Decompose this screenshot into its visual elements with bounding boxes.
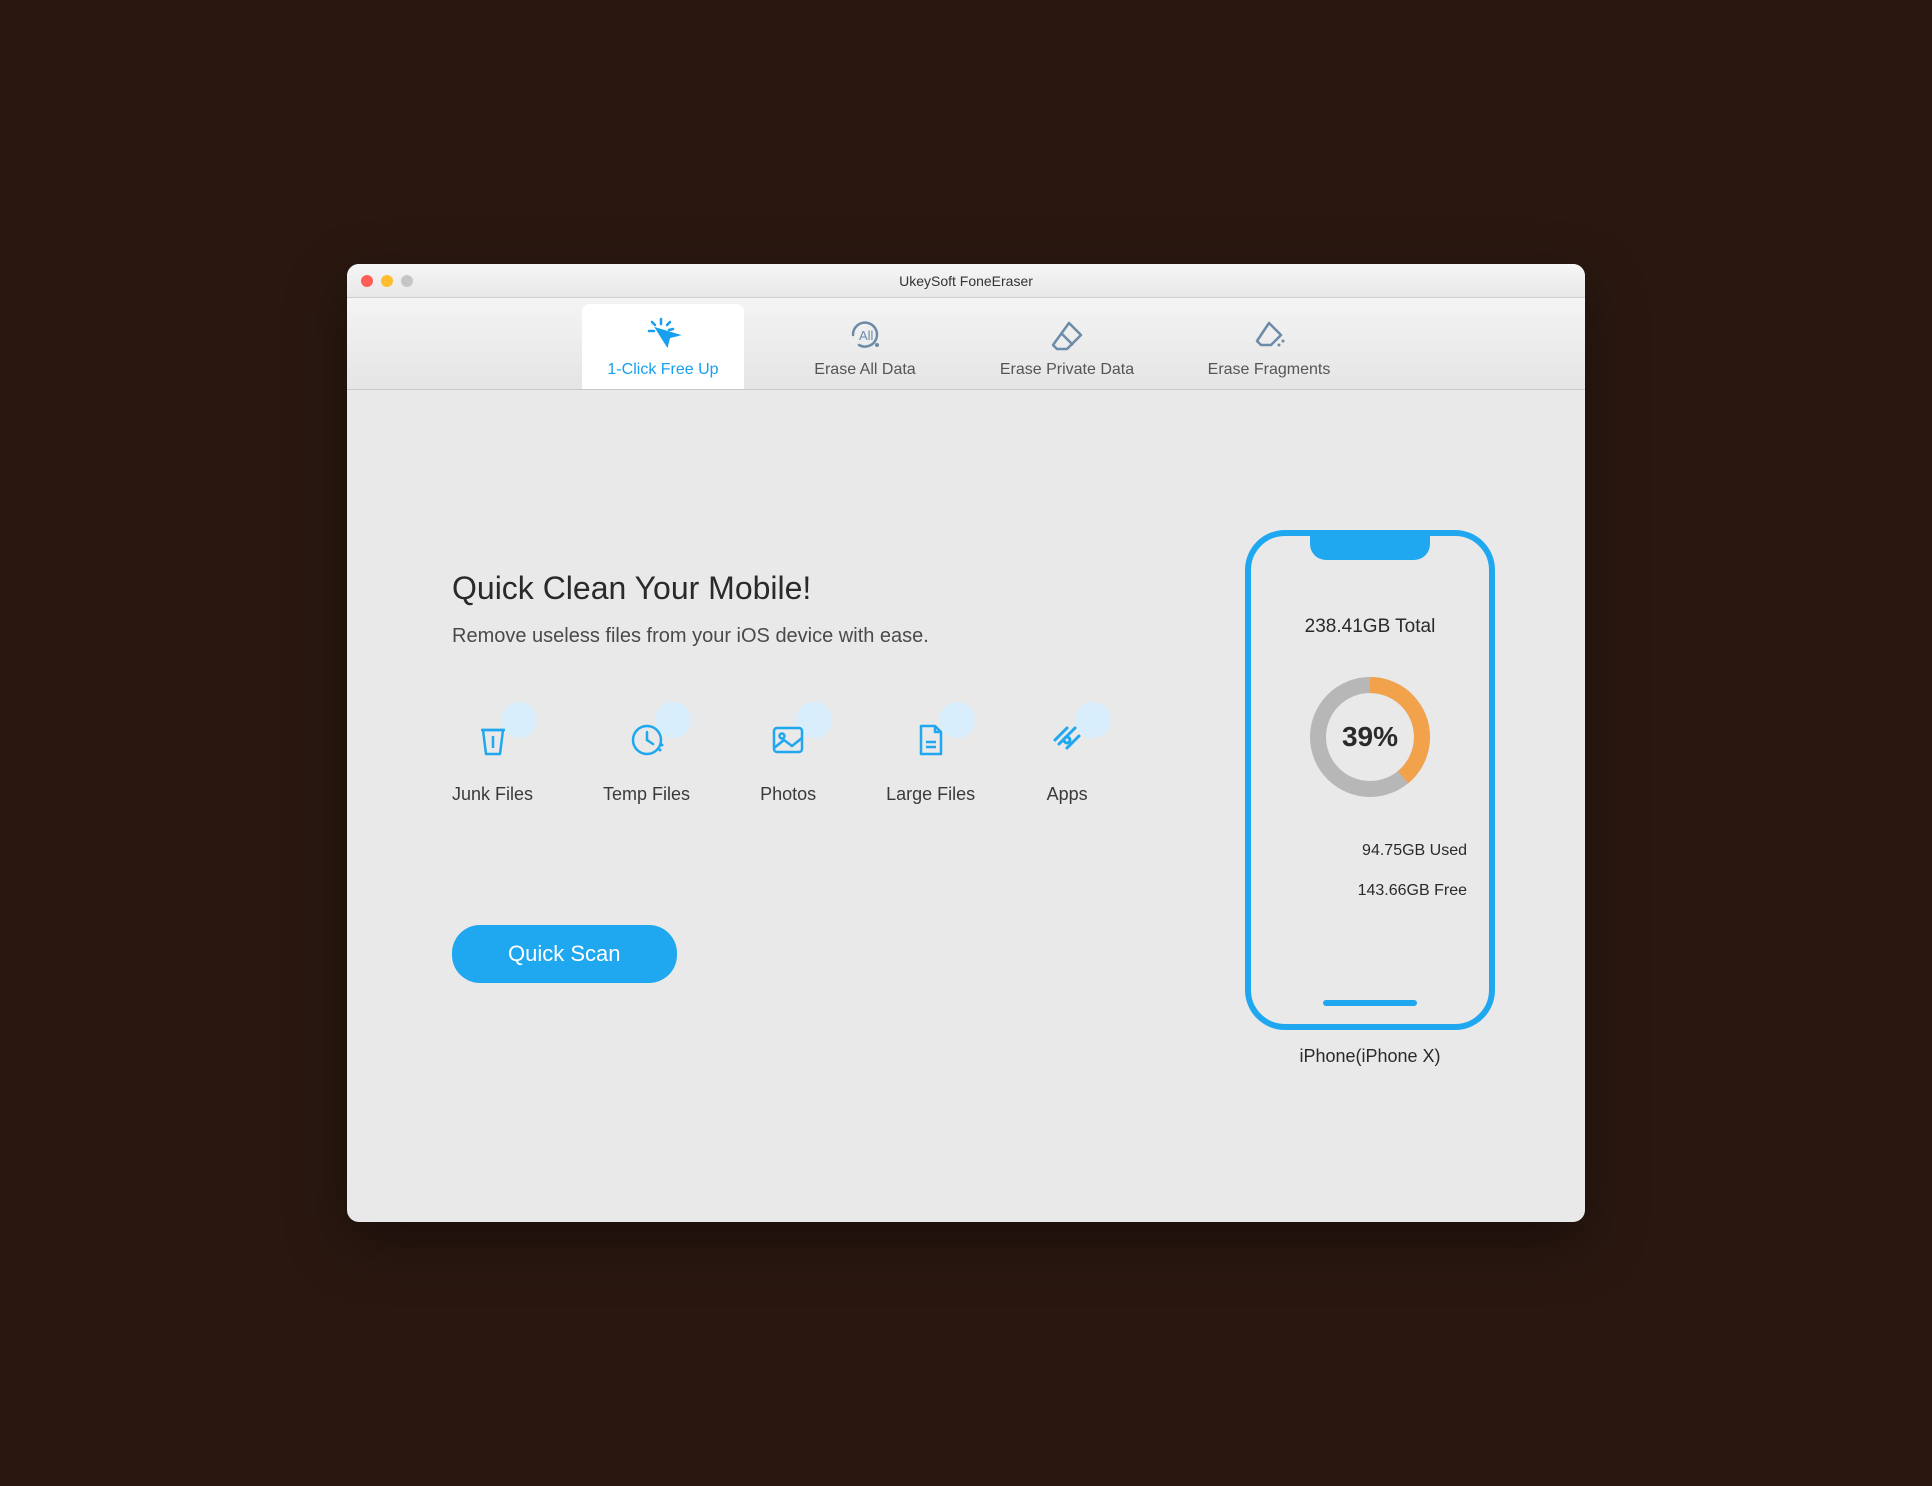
minimize-button[interactable] bbox=[381, 275, 393, 287]
device-panel: 238.41GB Total 39% 94.75GB Used 143.66GB… bbox=[1215, 430, 1525, 1182]
storage-details: 94.75GB Used 143.66GB Free bbox=[1251, 842, 1489, 900]
maximize-button[interactable] bbox=[401, 275, 413, 287]
tab-free-up[interactable]: 1-Click Free Up bbox=[582, 304, 744, 389]
clock-icon bbox=[625, 718, 669, 762]
device-name: iPhone(iPhone X) bbox=[1299, 1046, 1440, 1067]
erase-all-icon: All bbox=[845, 315, 885, 355]
storage-free: 143.66GB Free bbox=[1251, 882, 1467, 900]
category-label: Apps bbox=[1047, 784, 1088, 805]
tab-erase-all[interactable]: All Erase All Data bbox=[784, 304, 946, 389]
storage-percent: 39% bbox=[1305, 672, 1435, 802]
category-label: Large Files bbox=[886, 784, 975, 805]
cursor-click-icon bbox=[643, 315, 683, 355]
category-apps: Apps bbox=[1045, 718, 1089, 805]
page-subheading: Remove useless files from your iOS devic… bbox=[452, 625, 1215, 648]
tab-label: 1-Click Free Up bbox=[607, 361, 718, 379]
window-title: UkeySoft FoneEraser bbox=[347, 273, 1585, 289]
svg-text:All: All bbox=[859, 328, 874, 343]
tab-label: Erase Private Data bbox=[1000, 361, 1134, 379]
category-large-files: Large Files bbox=[886, 718, 975, 805]
category-photos: Photos bbox=[760, 718, 816, 805]
main-content: Quick Clean Your Mobile! Remove useless … bbox=[347, 390, 1585, 1222]
titlebar: UkeySoft FoneEraser bbox=[347, 264, 1585, 298]
image-icon bbox=[766, 718, 810, 762]
tab-bar: 1-Click Free Up All Erase All Data Erase… bbox=[347, 298, 1585, 390]
window-controls bbox=[347, 275, 413, 287]
category-junk-files: Junk Files bbox=[452, 718, 533, 805]
tab-erase-private[interactable]: Erase Private Data bbox=[986, 304, 1148, 389]
home-indicator bbox=[1323, 1000, 1417, 1006]
category-label: Temp Files bbox=[603, 784, 690, 805]
storage-used: 94.75GB Used bbox=[1251, 842, 1467, 860]
eraser-icon bbox=[1047, 315, 1087, 355]
eraser-fragments-icon bbox=[1249, 315, 1289, 355]
tab-label: Erase All Data bbox=[814, 361, 915, 379]
left-panel: Quick Clean Your Mobile! Remove useless … bbox=[452, 430, 1215, 1182]
category-temp-files: Temp Files bbox=[603, 718, 690, 805]
storage-total: 238.41GB Total bbox=[1305, 616, 1436, 638]
category-label: Junk Files bbox=[452, 784, 533, 805]
category-row: Junk Files bbox=[452, 718, 1215, 805]
category-label: Photos bbox=[760, 784, 816, 805]
quick-scan-button[interactable]: Quick Scan bbox=[452, 925, 677, 983]
tab-label: Erase Fragments bbox=[1208, 361, 1331, 379]
trash-icon bbox=[471, 718, 515, 762]
apps-icon bbox=[1045, 718, 1089, 762]
page-heading: Quick Clean Your Mobile! bbox=[452, 570, 1215, 607]
storage-donut-chart: 39% bbox=[1305, 672, 1435, 802]
phone-outline: 238.41GB Total 39% 94.75GB Used 143.66GB… bbox=[1245, 530, 1495, 1030]
close-button[interactable] bbox=[361, 275, 373, 287]
file-icon bbox=[909, 718, 953, 762]
phone-notch bbox=[1310, 534, 1430, 560]
tab-erase-fragments[interactable]: Erase Fragments bbox=[1188, 304, 1350, 389]
app-window: UkeySoft FoneEraser 1-Click Free Up A bbox=[347, 264, 1585, 1222]
